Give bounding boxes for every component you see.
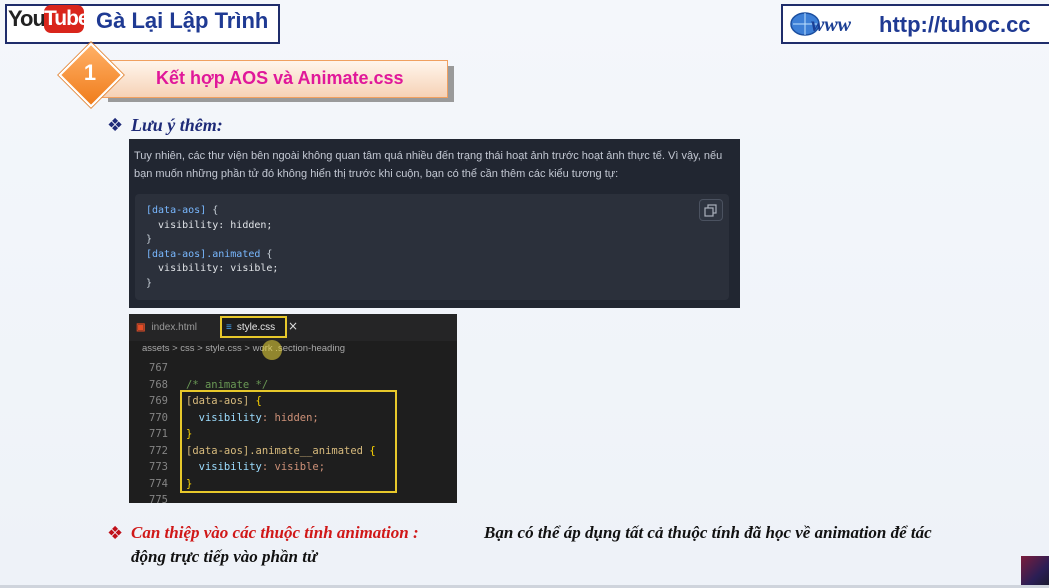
highlight-box [180,390,397,493]
diamond-bullet-icon: ❖ [107,523,124,544]
code-line: } [146,233,278,248]
copy-icon [704,204,717,217]
breadcrumb: assets > css > style.css > work .section… [142,343,346,354]
code-punct: } [146,234,153,245]
code-value: : visible; [218,263,279,274]
youtube-logo-tube: Tube [44,5,90,33]
code-property: visibility [146,263,219,274]
code-line: } [146,277,278,292]
www-globe-icon: www [790,12,852,36]
diamond-bullet-icon: ❖ [107,115,124,136]
code-property: visibility [146,219,219,231]
code-punct: { [206,205,219,216]
copy-button[interactable] [699,199,723,221]
code-punct: { [260,248,273,260]
code-line: [data-aos] { [146,204,278,219]
code-line: [data-aos].animated { [146,248,278,263]
svg-text:www: www [811,14,852,36]
bottom-text-line2: động trực tiếp vào phần tử [131,547,318,566]
youtube-logo-you: You [8,6,46,31]
doc-paragraph: Tuy nhiên, các thư viện bên ngoài không … [134,150,723,180]
note-heading: Lưu ý thêm: [131,115,223,135]
tab-index-html[interactable]: ▣ index.html [136,314,197,341]
code-line: visibility: hidden; [146,219,278,234]
presenter-thumbnail [1021,556,1049,588]
bottom-heading: Can thiệp vào các thuộc tính animation : [131,523,419,542]
section-number: 1 [83,60,97,85]
code-selector: [data-aos] [146,205,207,216]
code-line: visibility: visible; [146,262,278,277]
site-url: http://tuhoc.cc [879,12,1031,37]
mouse-cursor-highlight [262,340,282,360]
code-value: : hidden; [218,219,273,231]
bottom-text-line1: Bạn có thể áp dụng tất cả thuộc tính đã … [484,523,932,542]
line-numbers: 767 768 769 770 771 772 773 774 775 [149,362,168,506]
doc-code: [data-aos] { visibility: hidden;} [data-a… [146,204,278,291]
html5-icon: ▣ [136,322,146,333]
tab-label: index.html [151,322,198,333]
code-selector: [data-aos].animated [146,248,261,260]
section-title: Kết hợp AOS và Animate.css [156,68,404,88]
tab-style-css[interactable]: ≡ style.css [220,316,287,338]
css3-icon: ≡ [226,322,232,333]
close-tab-icon[interactable]: × [288,319,298,333]
site-header: www http://tuhoc.cc [781,4,1049,44]
code-comment: /* animate */ [186,378,269,391]
tab-label: style.css [236,322,276,333]
channel-name: Gà Lại Lập Trình [96,8,269,33]
code-punct: } [146,277,153,289]
